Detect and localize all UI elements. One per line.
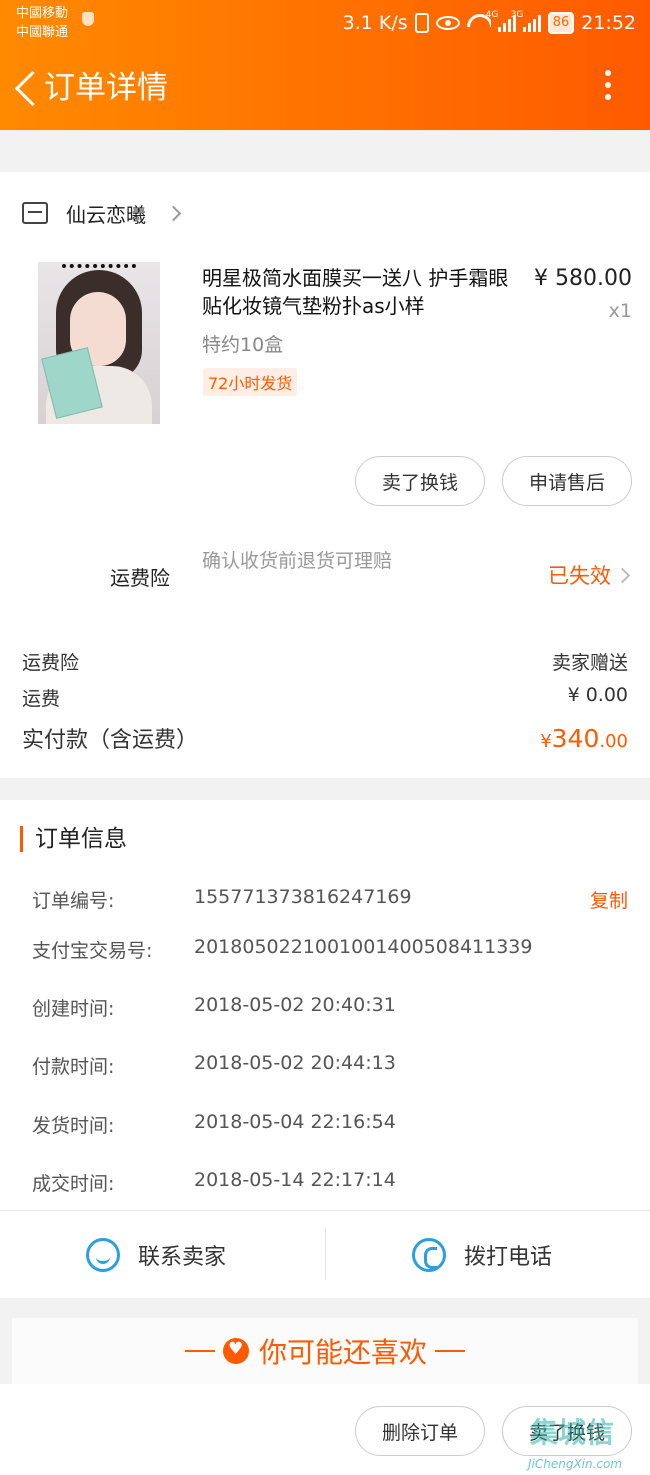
completed-time-value: 2018-05-14 22:17:14 <box>194 1169 396 1191</box>
carrier-2: 中國聯通 <box>16 25 69 40</box>
created-time-value: 2018-05-02 20:40:31 <box>194 994 396 1016</box>
copy-button[interactable]: 复制 <box>590 886 628 913</box>
back-arrow-icon[interactable] <box>12 68 42 108</box>
total-int: 340 <box>551 724 600 753</box>
divider-vertical <box>325 1228 326 1280</box>
contact-seller-label: 联系卖家 <box>138 1245 227 1270</box>
delete-order-button[interactable]: 删除订单 <box>355 1406 485 1456</box>
carrier-1: 中國移動 <box>16 6 69 21</box>
vibrate-icon <box>414 13 429 33</box>
summary-shipping-value: ¥ 0.00 <box>567 684 628 706</box>
summary-insurance-value: 卖家赠送 <box>551 652 628 674</box>
network-type-2: 3G <box>510 10 524 20</box>
product-sku: 特约10盒 <box>202 334 284 356</box>
summary-insurance-row: 运费险 卖家赠送 <box>22 648 628 675</box>
smile-chat-icon <box>86 1238 120 1272</box>
carrier-info: 中國移動 中國聯通 <box>16 4 68 42</box>
recommend-banner: 你可能还喜欢 <box>12 1318 638 1384</box>
signal-icon-2: 3G <box>511 10 541 32</box>
call-phone-label: 拨打电话 <box>464 1245 553 1270</box>
phone-icon <box>412 1238 446 1272</box>
call-phone-button[interactable]: 拨打电话 <box>412 1230 552 1280</box>
contact-seller-button[interactable]: 联系卖家 <box>86 1230 226 1280</box>
decor-line-right <box>435 1350 465 1352</box>
network-type-1: 4G <box>485 10 499 20</box>
alipay-trade-value: 2018050221001001400508411339 <box>194 936 533 958</box>
after-sale-button[interactable]: 申请售后 <box>502 456 632 506</box>
order-info-card: 订单信息 订单编号: 155771373816247169 复制 支付宝交易号:… <box>0 800 650 1298</box>
decor-line-left <box>184 1350 215 1352</box>
insurance-desc: 确认收货前退货可理赔 <box>202 550 393 572</box>
paid-time-value: 2018-05-02 20:44:13 <box>194 1052 396 1074</box>
product-thumbnail[interactable] <box>38 262 160 424</box>
heart-icon <box>222 1338 249 1364</box>
alipay-trade-label: 支付宝交易号: <box>32 940 153 962</box>
shipped-time-value: 2018-05-04 22:16:54 <box>194 1111 396 1133</box>
thumb-cat-ears <box>62 264 136 284</box>
completed-time-label: 成交时间: <box>32 1173 115 1195</box>
shop-name: 仙云恋曦 <box>66 202 146 227</box>
total-symbol: ¥ <box>540 731 552 752</box>
total-label: 实付款（含运费） <box>22 728 199 753</box>
product-name[interactable]: 明星极简水面膜买一送八 护手霜眼贴化妆镜气垫粉扑as小样 <box>202 264 522 320</box>
shipped-time-label: 发货时间: <box>32 1115 115 1137</box>
created-time-label: 创建时间: <box>32 998 115 1020</box>
product-quantity: x1 <box>608 300 632 322</box>
summary-total-row: 实付款（含运费） ¥340.00 <box>22 722 628 754</box>
order-item-card: 仙云恋曦 明星极简水面膜买一送八 护手霜眼贴化妆镜气垫粉扑as小样 ¥ 580.… <box>0 172 650 778</box>
shield-icon <box>82 12 94 26</box>
page-title: 订单详情 <box>44 70 168 106</box>
status-right: 3.1 K/s 4G 3G 86 21:52 <box>343 10 636 36</box>
summary-shipping-row: 运费 ¥ 0.00 <box>22 684 628 711</box>
more-options-icon[interactable] <box>598 70 618 106</box>
insurance-status-text: 已失效 <box>548 564 611 588</box>
watermark-logo: 集城信 <box>530 1416 615 1449</box>
bottom-action-bar: 删除订单 卖了换钱 集城信 JiChengXin.com <box>0 1384 650 1475</box>
insurance-label: 运费险 <box>110 566 170 590</box>
eye-comfort-icon <box>435 16 460 30</box>
order-number-label: 订单编号: <box>32 890 115 912</box>
watermark: 集城信 JiChengXin.com <box>528 1411 646 1471</box>
chevron-right-icon <box>165 205 182 221</box>
status-bar: 中國移動 中國聯通 3.1 K/s 4G 3G 86 21:52 <box>0 0 650 48</box>
divider <box>0 1210 650 1211</box>
total-amount: ¥340.00 <box>540 724 628 753</box>
paid-time-label: 付款时间: <box>32 1056 115 1078</box>
clock: 21:52 <box>581 12 636 34</box>
watermark-url: JiChengXin.com <box>528 1457 623 1471</box>
recommend-title: 你可能还喜欢 <box>258 1336 427 1369</box>
battery-icon: 86 <box>547 12 575 34</box>
order-info-title: 订单信息 <box>20 826 127 852</box>
store-icon <box>22 202 48 224</box>
network-speed: 3.1 K/s <box>342 12 408 34</box>
insurance-status[interactable]: 已失效 <box>548 560 631 590</box>
shipping-tag: 72小时发货 <box>203 368 298 396</box>
summary-shipping-label: 运费 <box>22 688 61 710</box>
app-header: 中國移動 中國聯通 3.1 K/s 4G 3G 86 21:52 订单详情 <box>0 0 650 130</box>
order-number-value: 155771373816247169 <box>194 886 412 908</box>
chevron-right-icon <box>614 567 631 583</box>
total-dec: .00 <box>599 731 628 752</box>
summary-insurance-label: 运费险 <box>22 652 80 674</box>
product-price: ¥ 580.00 <box>534 266 632 291</box>
shop-link[interactable]: 仙云恋曦 <box>22 196 182 230</box>
sell-for-cash-button[interactable]: 卖了换钱 <box>355 456 485 506</box>
